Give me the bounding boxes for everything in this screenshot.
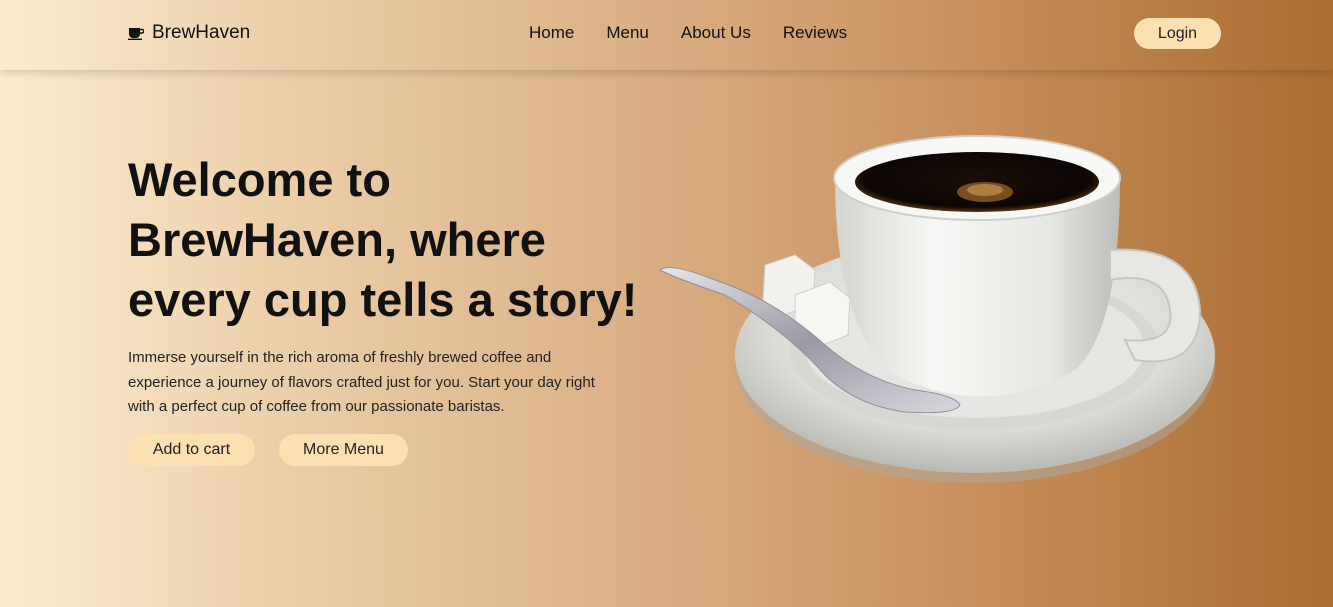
hero-description: Immerse yourself in the rich aroma of fr… <box>128 349 595 415</box>
coffee-cup-image <box>659 135 1215 483</box>
login-button[interactable]: Login <box>1134 18 1221 49</box>
add-to-cart-button[interactable]: Add to cart <box>128 434 255 466</box>
brand-logo[interactable]: BrewHaven <box>128 22 250 44</box>
more-menu-button[interactable]: More Menu <box>279 434 408 466</box>
brand-name: BrewHaven <box>152 22 251 43</box>
nav-link-menu[interactable]: Menu <box>606 23 649 43</box>
hero-title: Welcome to BrewHaven, where every cup te… <box>128 153 638 326</box>
main-nav: Home Menu About Us Reviews <box>529 23 879 43</box>
navbar: BrewHaven Home Menu About Us Reviews Log… <box>0 0 1333 70</box>
nav-link-home[interactable]: Home <box>529 23 574 43</box>
nav-link-reviews[interactable]: Reviews <box>783 23 847 43</box>
coffee-cup-icon <box>128 28 144 40</box>
nav-link-about-us[interactable]: About Us <box>681 23 751 43</box>
